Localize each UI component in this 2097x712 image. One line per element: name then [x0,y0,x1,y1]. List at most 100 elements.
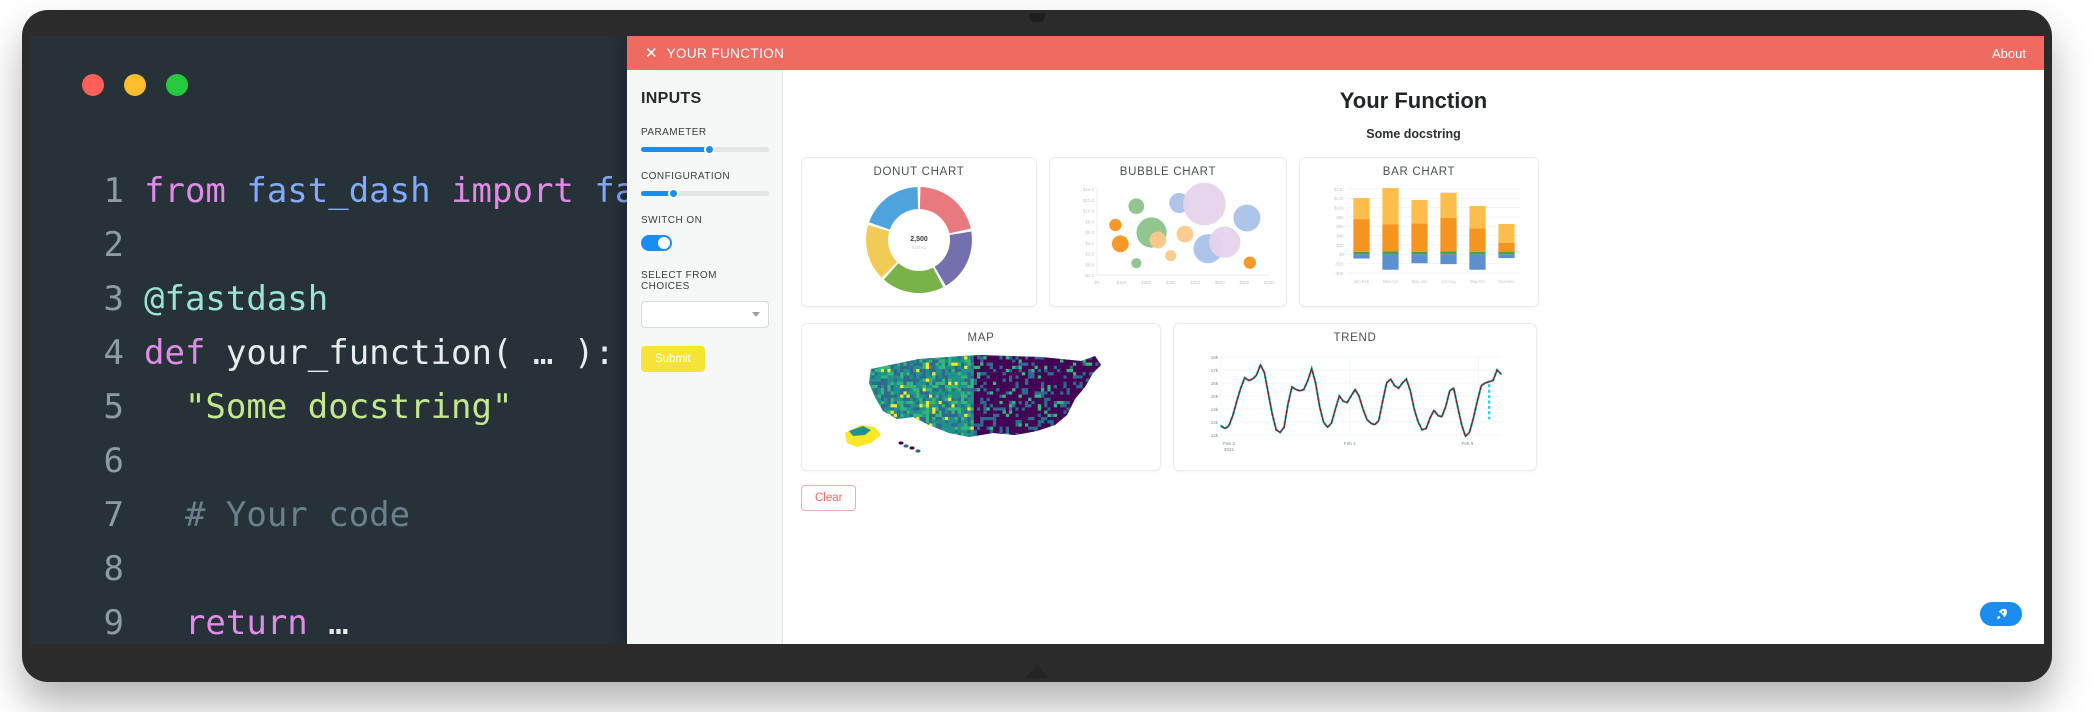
svg-text:$8.0: $8.0 [1085,219,1094,224]
svg-text:$0: $0 [1095,280,1100,285]
clear-button[interactable]: Clear [801,485,857,511]
code-line-number: 9 [103,603,124,643]
svg-text:-$4K: -$4K [1335,271,1344,276]
svg-text:-$2.0: -$2.0 [1084,273,1095,278]
configuration-slider[interactable] [641,188,769,199]
close-x-icon[interactable]: ✕ [645,46,658,61]
field-configuration: CONFIGURATION [641,171,769,199]
svg-text:$500: $500 [1215,280,1225,285]
parameter-slider-fill [641,147,709,152]
code-token: from [144,171,247,211]
svg-text:$2.0: $2.0 [1085,252,1094,257]
svg-text:$10.0: $10.0 [1083,209,1095,214]
switch-on-label: SWITCH ON [641,215,703,226]
rocket-glyph [1997,608,2007,619]
svg-text:-$2K: -$2K [1335,261,1344,266]
parameter-label: PARAMETER [641,127,707,138]
code-token: import [451,171,595,211]
map-canvas[interactable] [808,346,1154,464]
switch-on-toggle[interactable] [641,235,672,251]
about-link[interactable]: About [1992,46,2026,61]
svg-text:May-Jun: May-Jun [1411,279,1428,284]
svg-text:Jan-Feb: Jan-Feb [1354,279,1370,284]
app-body: INPUTS PARAMETER CONFIGURATION SWITCH ON… [627,70,2044,644]
code-line-number: 3 [103,279,124,319]
topbar-left-group: ✕ YOUR FUNCTION [645,46,784,61]
svg-text:$4.0: $4.0 [1085,241,1094,246]
svg-text:16k: 16k [1211,381,1219,386]
svg-text:Feb 4: Feb 4 [1344,441,1356,446]
svg-text:TOTAL: TOTAL [912,245,927,250]
svg-text:$2K: $2K [1336,243,1344,248]
svg-text:Feb 2: Feb 2 [1223,441,1235,446]
code-token: fast_dash [246,171,452,211]
device-hinge-foot [1026,664,1048,678]
inputs-sidebar: INPUTS PARAMETER CONFIGURATION SWITCH ON… [627,70,783,644]
bubble-chart-canvas[interactable]: -$2.0 $0.0 $2.0 $4.0 $6.0 $8.0 $10.0 $12.0 $14.0… [1056,180,1280,300]
switch-on-toggle-knob [658,237,670,249]
svg-text:18k: 18k [1211,355,1219,360]
fastdash-app-window: ✕ YOUR FUNCTION About INPUTS PARAMETER C… [627,36,2044,644]
rocket-icon[interactable] [1980,602,2022,626]
svg-text:$8K: $8K [1336,215,1344,220]
page-title: Your Function [1339,88,1488,113]
donut-chart-canvas[interactable]: 2,500 TOTAL [808,180,1030,300]
bar-chart-card: BAR CHART -$4K -$2K $0 $2K $4K $6K $8K $10K $12K… [1299,157,1539,307]
trend-canvas[interactable]: 12k 13k 14k 15k 16k 17k 18k Feb 2 2021 Feb 4 Feb 6 [1180,346,1530,464]
svg-text:$14.0: $14.0 [1083,187,1095,192]
configuration-slider-knob[interactable] [668,188,679,199]
svg-text:Sep-Oct: Sep-Oct [1470,279,1486,284]
code-token: def [144,333,226,373]
svg-text:$200: $200 [1141,280,1151,285]
trend-card: TREND 12k 13k 14k 15k 16k 17k 18k Feb 2 2021 Feb … [1173,323,1537,471]
page-subtitle: Some docstring [1366,127,1461,141]
svg-text:$6K: $6K [1336,224,1344,229]
svg-text:15k: 15k [1211,394,1219,399]
code-line-number: 5 [103,387,124,427]
maximize-window-dot[interactable] [166,74,188,96]
bubble-chart-title: BUBBLE CHART [1119,166,1217,178]
close-window-dot[interactable] [82,74,104,96]
donut-chart-title: DONUT CHART [873,166,965,178]
minimize-window-dot[interactable] [124,74,146,96]
code-line-number: 8 [103,549,124,589]
svg-text:17k: 17k [1211,368,1219,373]
svg-text:$0.0: $0.0 [1085,262,1094,267]
parameter-slider-knob[interactable] [703,144,715,155]
code-token: return [184,603,308,643]
code-line-number: 6 [103,441,124,481]
svg-text:$12K: $12K [1334,196,1344,201]
bubble-chart-card: BUBBLE CHART -$2.0 $0.0 $2.0 $4.0 $6.0 $8.0 $1… [1049,157,1287,307]
main-content: Your Function Some docstring DONUT CHART… [783,70,2044,644]
code-line-number: 7 [103,495,124,535]
svg-text:Mar-Apr: Mar-Apr [1383,279,1399,284]
code-token: # Your code [144,495,411,535]
parameter-slider[interactable] [641,144,769,155]
svg-text:$300: $300 [1166,280,1176,285]
svg-text:13k: 13k [1211,420,1219,425]
device-camera-notch [1029,13,1045,22]
select-choices-label: SELECT FROM CHOICES [641,270,717,292]
svg-text:$4K: $4K [1336,233,1344,238]
svg-text:$10K: $10K [1334,205,1344,210]
select-choices-dropdown[interactable] [641,301,769,328]
charts-row-top: DONUT CHART 2,500 TOTAL BUBBLE CHART -$2.… [801,157,2026,307]
submit-button[interactable]: Submit [641,346,705,372]
app-footer: Clear [801,485,2026,521]
svg-text:$0: $0 [1339,252,1344,257]
donut-chart-card: DONUT CHART 2,500 TOTAL [801,157,1037,307]
svg-text:Feb 6: Feb 6 [1462,441,1474,446]
svg-text:Jul-Aug: Jul-Aug [1441,279,1456,284]
code-token: @fastdash [144,279,329,319]
svg-text:2021: 2021 [1224,447,1235,452]
field-select-choices: SELECT FROM CHOICES [641,270,769,328]
svg-text:$400: $400 [1190,280,1200,285]
code-line-number: 2 [103,225,124,265]
svg-text:$6.0: $6.0 [1085,230,1094,235]
svg-text:$700: $700 [1264,280,1274,285]
code-line-number: 4 [103,333,124,373]
svg-text:Nov-Dec: Nov-Dec [1498,279,1514,284]
field-switch-on: SWITCH ON [641,215,768,251]
bar-chart-title: BAR CHART [1382,166,1456,178]
bar-chart-canvas[interactable]: -$4K -$2K $0 $2K $4K $6K $8K $10K $12K $14K Jan-Fe… [1306,180,1532,300]
